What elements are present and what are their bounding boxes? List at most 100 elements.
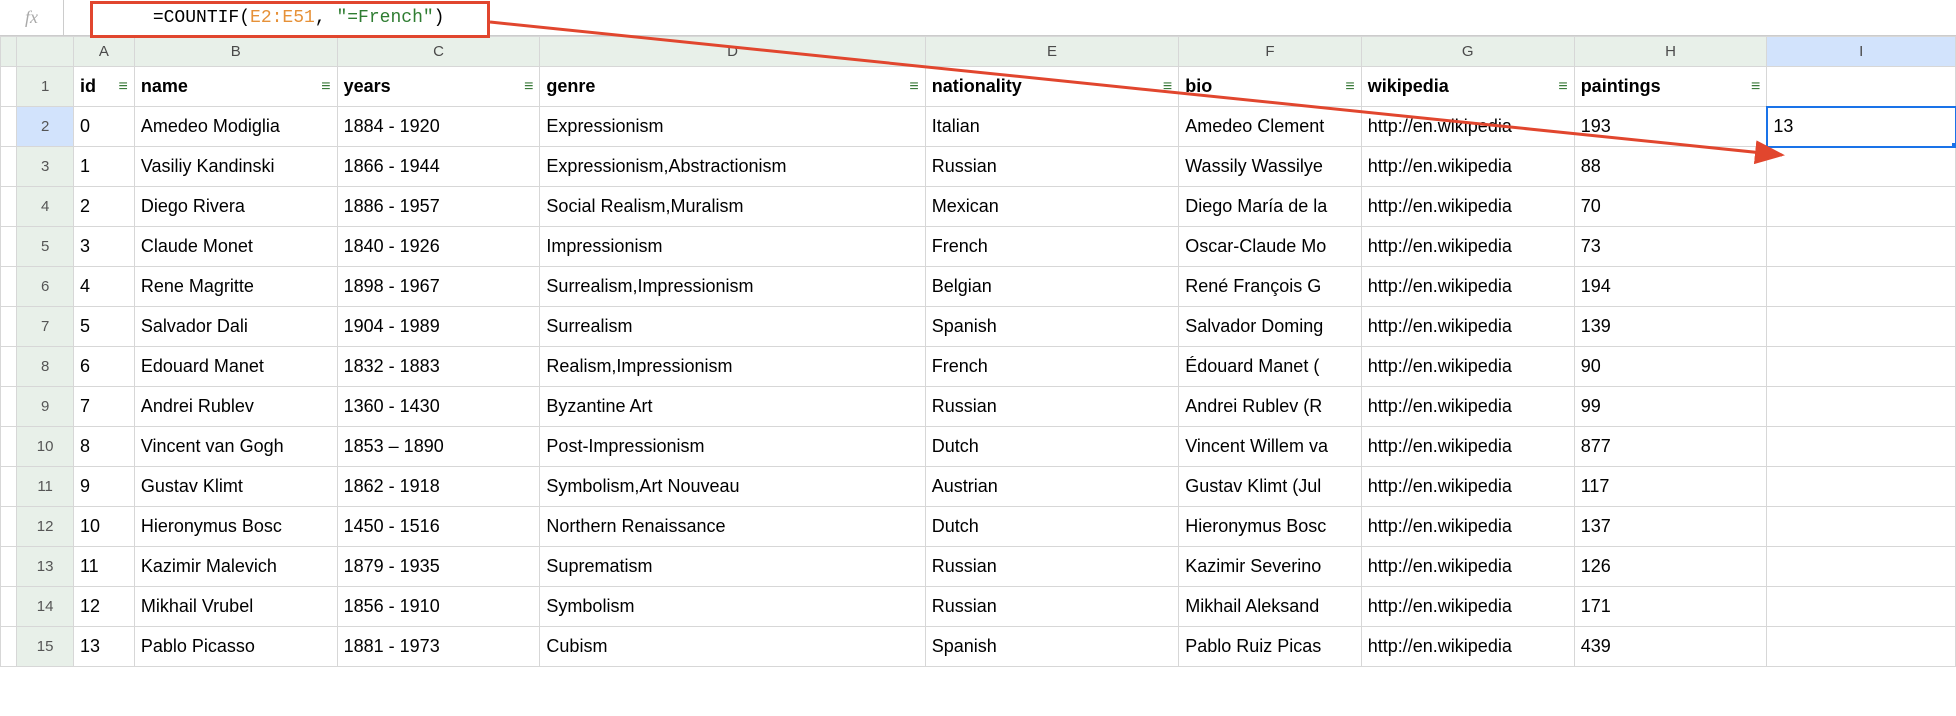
cell[interactable]: 171: [1574, 587, 1767, 627]
cell[interactable]: 1881 - 1973: [337, 627, 540, 667]
cell[interactable]: Andrei Rublev (R: [1179, 387, 1362, 427]
cell[interactable]: 1832 - 1883: [337, 347, 540, 387]
cell[interactable]: 439: [1574, 627, 1767, 667]
row-header[interactable]: 13: [17, 547, 74, 587]
cell[interactable]: [1767, 547, 1956, 587]
header-cell-F[interactable]: bio≡: [1179, 67, 1362, 107]
cell[interactable]: Vasiliy Kandinski: [134, 147, 337, 187]
cell[interactable]: Pablo Picasso: [134, 627, 337, 667]
cell[interactable]: Social Realism,Muralism: [540, 187, 925, 227]
cell[interactable]: 1840 - 1926: [337, 227, 540, 267]
cell[interactable]: Pablo Ruiz Picas: [1179, 627, 1362, 667]
filter-icon[interactable]: ≡: [118, 78, 127, 96]
cell[interactable]: Salvador Doming: [1179, 307, 1362, 347]
cell[interactable]: 1879 - 1935: [337, 547, 540, 587]
cell[interactable]: http://en.wikipedia: [1361, 307, 1574, 347]
cell[interactable]: 1360 - 1430: [337, 387, 540, 427]
header-cell-C[interactable]: years≡: [337, 67, 540, 107]
cell[interactable]: 1450 - 1516: [337, 507, 540, 547]
cell[interactable]: 13: [74, 627, 135, 667]
header-cell-E[interactable]: nationality≡: [925, 67, 1179, 107]
row-header[interactable]: 3: [17, 147, 74, 187]
cell[interactable]: Edouard Manet: [134, 347, 337, 387]
cell[interactable]: Amedeo Clement: [1179, 107, 1362, 147]
cell[interactable]: Mikhail Aleksand: [1179, 587, 1362, 627]
cell[interactable]: French: [925, 227, 1179, 267]
cell[interactable]: 90: [1574, 347, 1767, 387]
cell[interactable]: 7: [74, 387, 135, 427]
cell[interactable]: Austrian: [925, 467, 1179, 507]
cell[interactable]: Édouard Manet (: [1179, 347, 1362, 387]
cell[interactable]: Russian: [925, 387, 1179, 427]
cell[interactable]: 4: [74, 267, 135, 307]
cell[interactable]: 1898 - 1967: [337, 267, 540, 307]
cell[interactable]: Realism,Impressionism: [540, 347, 925, 387]
cell[interactable]: Vincent van Gogh: [134, 427, 337, 467]
header-cell-I[interactable]: [1767, 67, 1956, 107]
row-header[interactable]: 6: [17, 267, 74, 307]
filter-icon[interactable]: ≡: [1345, 78, 1354, 96]
cell[interactable]: http://en.wikipedia: [1361, 467, 1574, 507]
col-header-G[interactable]: G: [1361, 37, 1574, 67]
cell[interactable]: http://en.wikipedia: [1361, 147, 1574, 187]
cell[interactable]: [1767, 307, 1956, 347]
cell[interactable]: Salvador Dali: [134, 307, 337, 347]
cell[interactable]: French: [925, 347, 1179, 387]
cell[interactable]: Suprematism: [540, 547, 925, 587]
cell[interactable]: 117: [1574, 467, 1767, 507]
cell[interactable]: Wassily Wassilye: [1179, 147, 1362, 187]
cell-drag-handle[interactable]: [1951, 142, 1956, 147]
header-cell-G[interactable]: wikipedia≡: [1361, 67, 1574, 107]
active-cell[interactable]: 13: [1767, 107, 1956, 147]
col-header-F[interactable]: F: [1179, 37, 1362, 67]
cell[interactable]: Symbolism: [540, 587, 925, 627]
cell[interactable]: Symbolism,Art Nouveau: [540, 467, 925, 507]
cell[interactable]: 1862 - 1918: [337, 467, 540, 507]
cell[interactable]: http://en.wikipedia: [1361, 627, 1574, 667]
cell[interactable]: Northern Renaissance: [540, 507, 925, 547]
cell[interactable]: 1886 - 1957: [337, 187, 540, 227]
filter-icon[interactable]: ≡: [1751, 78, 1760, 96]
cell[interactable]: Gustav Klimt (Jul: [1179, 467, 1362, 507]
cell[interactable]: Post-Impressionism: [540, 427, 925, 467]
cell[interactable]: 73: [1574, 227, 1767, 267]
cell[interactable]: http://en.wikipedia: [1361, 547, 1574, 587]
cell[interactable]: Hieronymus Bosc: [134, 507, 337, 547]
cell[interactable]: 3: [74, 227, 135, 267]
cell[interactable]: Expressionism,Abstractionism: [540, 147, 925, 187]
row-header[interactable]: 8: [17, 347, 74, 387]
cell[interactable]: Russian: [925, 587, 1179, 627]
row-header[interactable]: 2: [17, 107, 74, 147]
select-all-corner[interactable]: [1, 37, 17, 67]
cell[interactable]: 11: [74, 547, 135, 587]
cell[interactable]: Andrei Rublev: [134, 387, 337, 427]
cell[interactable]: [1767, 267, 1956, 307]
col-header-E[interactable]: E: [925, 37, 1179, 67]
row-header[interactable]: 11: [17, 467, 74, 507]
cell[interactable]: Gustav Klimt: [134, 467, 337, 507]
cell[interactable]: [1767, 227, 1956, 267]
col-header-D[interactable]: D: [540, 37, 925, 67]
filter-icon[interactable]: ≡: [1558, 78, 1567, 96]
cell[interactable]: Belgian: [925, 267, 1179, 307]
cell[interactable]: Kazimir Severino: [1179, 547, 1362, 587]
cell[interactable]: Rene Magritte: [134, 267, 337, 307]
cell[interactable]: Diego Rivera: [134, 187, 337, 227]
cell[interactable]: [1767, 507, 1956, 547]
cell[interactable]: René François G: [1179, 267, 1362, 307]
header-cell-D[interactable]: genre≡: [540, 67, 925, 107]
row-header[interactable]: 4: [17, 187, 74, 227]
cell[interactable]: 1904 - 1989: [337, 307, 540, 347]
cell[interactable]: http://en.wikipedia: [1361, 267, 1574, 307]
cell[interactable]: [1767, 467, 1956, 507]
filter-icon[interactable]: ≡: [909, 78, 918, 96]
cell[interactable]: Dutch: [925, 427, 1179, 467]
cell[interactable]: 10: [74, 507, 135, 547]
cell[interactable]: [1767, 427, 1956, 467]
row-header[interactable]: 5: [17, 227, 74, 267]
cell[interactable]: 70: [1574, 187, 1767, 227]
cell[interactable]: http://en.wikipedia: [1361, 187, 1574, 227]
cell[interactable]: 5: [74, 307, 135, 347]
formula-input[interactable]: =COUNTIF(E2:E51, "=French"): [64, 0, 1956, 35]
cell[interactable]: 99: [1574, 387, 1767, 427]
